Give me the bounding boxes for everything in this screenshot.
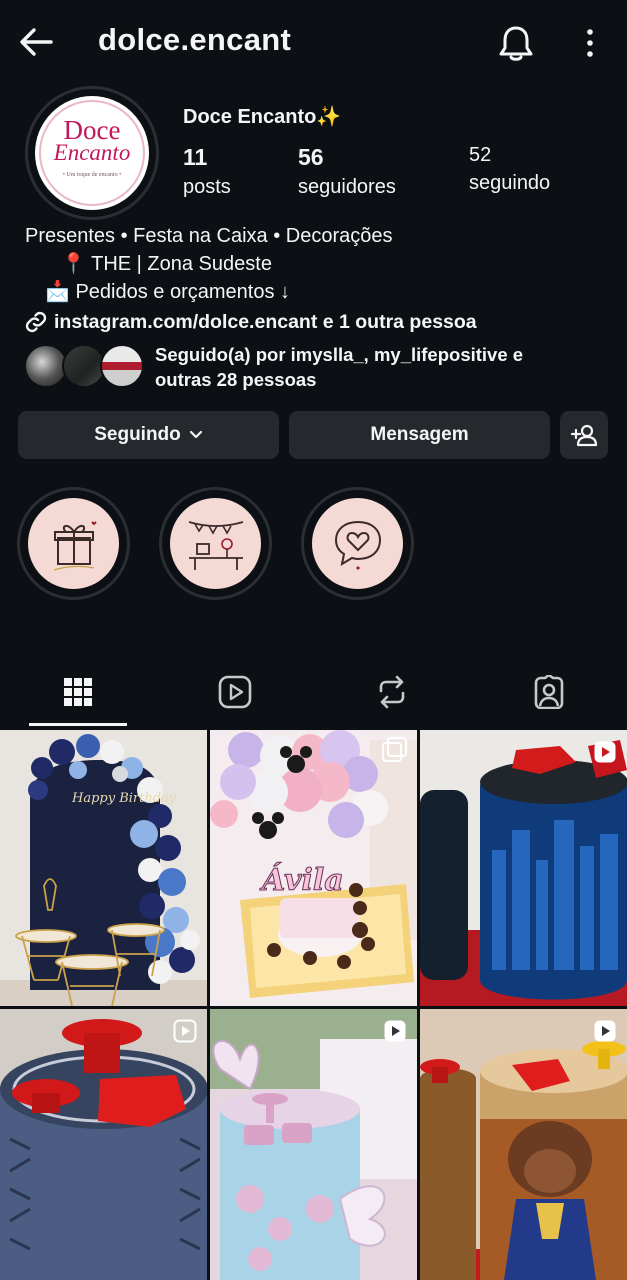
reels-icon (218, 675, 252, 709)
heart-chat-icon (334, 520, 381, 570)
tab-reposts[interactable] (343, 660, 441, 724)
reel-post-icon (173, 1019, 197, 1043)
more-options-icon[interactable] (578, 28, 602, 58)
followed-by-text: Seguido(a) por imyslla_, my_lifepositive… (155, 342, 523, 392)
reel-post-icon (594, 741, 616, 763)
followers-count-value: 56 (298, 144, 324, 170)
followed-by-line-2: outras 28 pessoas (155, 369, 317, 390)
profile-tabs (0, 660, 627, 728)
tagged-icon (534, 675, 564, 709)
gift-icon (53, 520, 97, 571)
highlight-cover-2 (170, 498, 261, 589)
chevron-down-icon (189, 430, 202, 439)
active-tab-indicator (29, 723, 127, 726)
following-button[interactable]: Seguindo (18, 411, 279, 459)
grid-icon (64, 678, 92, 706)
add-person-icon (570, 424, 598, 447)
posts-count[interactable]: 11 posts (183, 144, 231, 199)
avatar-logo: Doce Encanto • Um toque de encanto • (35, 96, 149, 210)
page-title-username: dolce.encant (98, 22, 292, 57)
posts-count-value: 11 (183, 144, 208, 170)
post-1-caption: Happy Birthday (71, 791, 177, 806)
tab-reels[interactable] (186, 660, 284, 724)
post-6-image (420, 1009, 627, 1280)
suggest-people-button[interactable] (560, 411, 608, 459)
message-button-label: Mensagem (370, 424, 469, 445)
bio-link-text: instagram.com/dolce.encant e 1 outra pes… (54, 310, 477, 333)
bio: Presentes • Festa na Caixa • Decorações … (25, 222, 393, 306)
highlight-cover-1 (28, 498, 119, 589)
post-thumbnail-2[interactable]: Ávila (210, 730, 417, 1006)
followers-count-label: seguidores (298, 176, 396, 198)
reel-post-icon (594, 1020, 616, 1042)
following-button-label: Seguindo (94, 424, 181, 445)
posts-count-label: posts (183, 176, 231, 198)
followers-count[interactable]: 56 seguidores (298, 144, 396, 199)
story-highlight-gifts[interactable] (17, 487, 130, 600)
following-count-value: 52 (469, 144, 492, 166)
back-arrow-icon[interactable] (18, 26, 54, 58)
bio-line-1: Presentes • Festa na Caixa • Decorações (25, 225, 393, 247)
post-thumbnail-3[interactable] (420, 730, 627, 1006)
story-highlight-party[interactable] (159, 487, 272, 600)
message-button[interactable]: Mensagem (289, 411, 550, 459)
bio-line-2: 📍 THE | Zona Sudeste (61, 253, 272, 275)
party-table-icon (188, 520, 243, 570)
post-5-image (210, 1009, 417, 1280)
story-highlight-contact[interactable] (301, 487, 414, 600)
following-count[interactable]: 52 seguindo (469, 144, 550, 195)
avatar-logo-tagline: • Um toque de encanto • (62, 172, 122, 178)
highlight-cover-3 (312, 498, 403, 589)
post-thumbnail-5[interactable] (210, 1009, 417, 1280)
tab-posts-grid[interactable] (29, 660, 127, 724)
post-thumbnail-6[interactable] (420, 1009, 627, 1280)
display-name: Doce Encanto✨ (183, 106, 342, 128)
mutual-avatars (24, 344, 144, 388)
link-icon (25, 311, 47, 333)
post-2-caption: Ávila (259, 862, 344, 898)
repost-icon (379, 675, 405, 709)
following-count-label: seguindo (469, 172, 551, 194)
mutual-avatar-3 (100, 344, 144, 388)
post-thumbnail-4[interactable] (0, 1009, 207, 1280)
profile-avatar[interactable]: Doce Encanto • Um toque de encanto • (25, 86, 159, 220)
bio-link[interactable]: instagram.com/dolce.encant e 1 outra pes… (24, 310, 477, 334)
post-1-image: Happy Birthday (0, 734, 207, 1006)
avatar-logo-line1: Doce (63, 115, 121, 145)
avatar-logo-line2: Encanto (53, 140, 131, 165)
posts-grid: Happy Birthday Ávila (0, 730, 627, 1280)
bio-line-3: 📩 Pedidos e orçamentos ↓ (45, 281, 291, 303)
post-3-image (420, 730, 627, 1006)
post-4-image (0, 1009, 207, 1280)
top-bar: dolce.encant (0, 0, 627, 86)
reel-post-icon (384, 1020, 406, 1042)
followed-by-line-1: Seguido(a) por imyslla_, my_lifepositive… (155, 344, 524, 365)
post-2-image: Ávila (210, 730, 417, 1006)
followed-by[interactable]: Seguido(a) por imyslla_, my_lifepositive… (24, 342, 614, 390)
post-thumbnail-1[interactable]: Happy Birthday (0, 730, 207, 1006)
tab-tagged[interactable] (500, 660, 598, 724)
bell-icon[interactable] (498, 24, 534, 62)
